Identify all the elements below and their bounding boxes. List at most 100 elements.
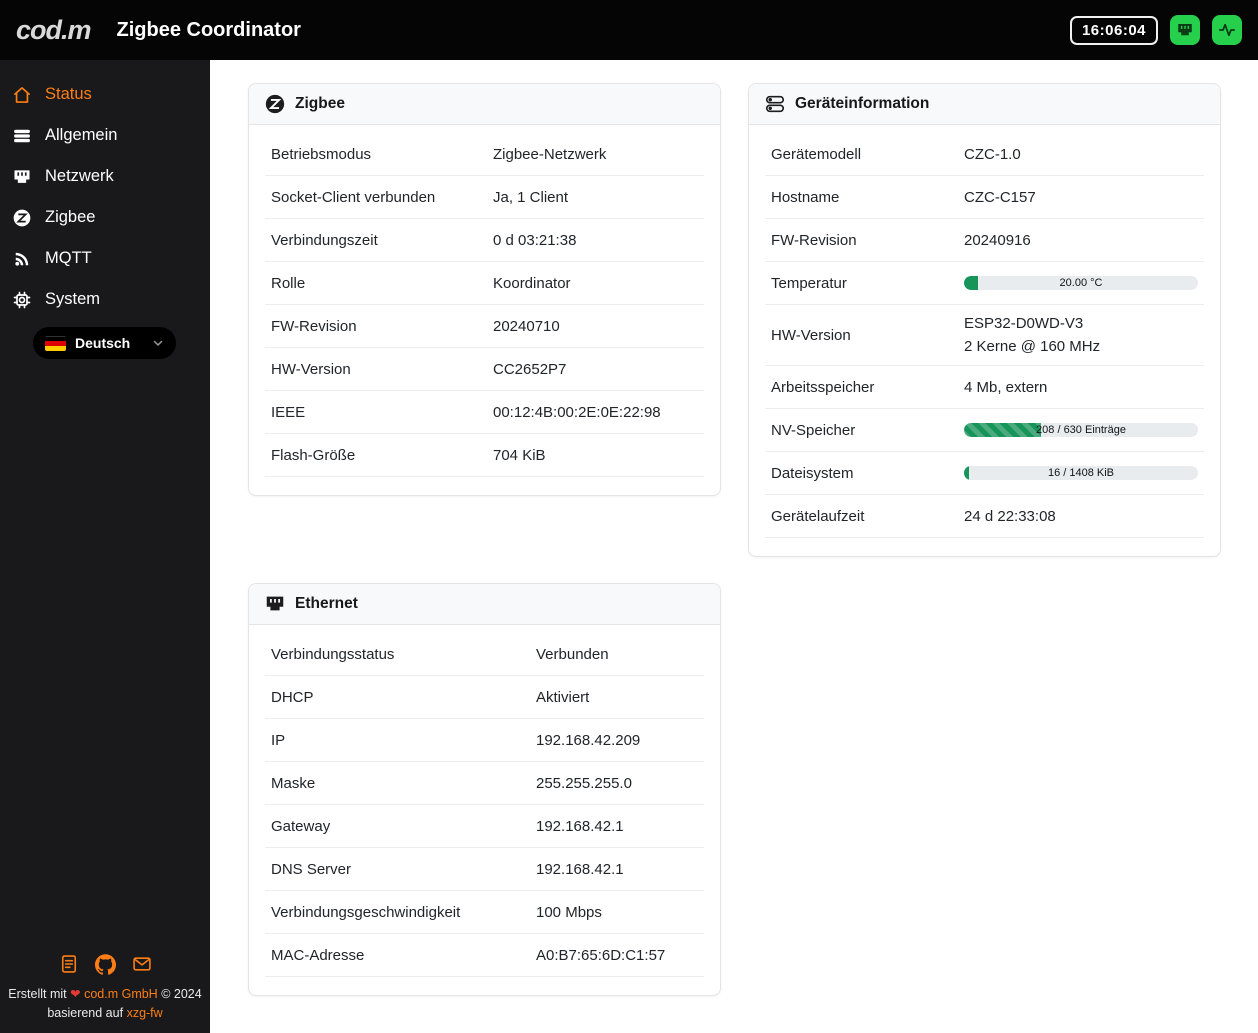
sidebar-item-status[interactable]: Status bbox=[0, 74, 210, 115]
row-label: Gateway bbox=[271, 817, 331, 835]
table-row: Betriebsmodus Zigbee-Netzwerk bbox=[265, 133, 704, 176]
log-icon[interactable] bbox=[59, 954, 79, 975]
row-label: Betriebsmodus bbox=[271, 145, 372, 163]
sidebar-item-label: Zigbee bbox=[45, 208, 96, 226]
progress-bar: 20.00 °C bbox=[964, 276, 1198, 290]
progress-bar: 16 / 1408 KiB bbox=[964, 466, 1198, 480]
row-value: 192.168.42.1 bbox=[536, 860, 624, 878]
table-row: Dateisystem 16 / 1408 KiB bbox=[765, 452, 1204, 495]
ethernet-card: Ethernet Verbindungsstatus Verbunden DHCP A… bbox=[248, 583, 721, 996]
table-row: FW-Revision 20240916 bbox=[765, 219, 1204, 262]
ethernet-icon bbox=[264, 593, 286, 615]
table-row: FW-Revision 20240710 bbox=[265, 305, 704, 348]
row-value: 4 Mb, extern bbox=[964, 378, 1048, 396]
progress-text: 208 / 630 Einträge bbox=[1036, 423, 1126, 436]
table-row: IEEE 00:12:4B:00:2E:0E:22:98 bbox=[265, 391, 704, 434]
device-info-card-header: Geräteinformation bbox=[749, 84, 1220, 125]
table-row: Temperatur 20.00 °C bbox=[765, 262, 1204, 305]
table-row: Arbeitsspeicher 4 Mb, extern bbox=[765, 366, 1204, 409]
github-icon[interactable] bbox=[94, 954, 116, 975]
sidebar-nav: Status Allgemein Netzwerk Zigbee MQTT Sy… bbox=[0, 60, 210, 320]
row-label: MAC-Adresse bbox=[271, 946, 365, 964]
sidebar-item-mqtt[interactable]: MQTT bbox=[0, 238, 210, 279]
footer-based-on: basierend auf bbox=[47, 1006, 124, 1020]
row-value: 0 d 03:21:38 bbox=[493, 231, 577, 249]
row-value: CC2652P7 bbox=[493, 360, 567, 378]
table-row: MAC-Adresse A0:B7:65:6D:C1:57 bbox=[265, 934, 704, 977]
row-label: Flash-Größe bbox=[271, 446, 356, 464]
row-value: 704 KiB bbox=[493, 446, 546, 464]
table-row: Verbindungszeit 0 d 03:21:38 bbox=[265, 219, 704, 262]
mail-icon[interactable] bbox=[132, 954, 152, 975]
device-info-table: Gerätemodell CZC-1.0 Hostname CZC-C157 FW-Re… bbox=[749, 125, 1220, 556]
sidebar-item-allgemein[interactable]: Allgemein bbox=[0, 115, 210, 156]
row-label: DNS Server bbox=[271, 860, 352, 878]
row-label: FW-Revision bbox=[771, 231, 857, 249]
row-value: 20240916 bbox=[964, 231, 1031, 249]
row-value: CZC-C157 bbox=[964, 188, 1036, 206]
row-value: 192.168.42.209 bbox=[536, 731, 641, 749]
chip-icon bbox=[12, 290, 32, 310]
socket-status-button[interactable] bbox=[1212, 15, 1242, 45]
sidebar-item-label: MQTT bbox=[45, 249, 92, 267]
ethernet-icon bbox=[1176, 21, 1194, 39]
table-row: Gateway 192.168.42.1 bbox=[265, 805, 704, 848]
language-selector[interactable]: Deutsch bbox=[33, 327, 176, 359]
row-label: DHCP bbox=[271, 688, 314, 706]
row-value: A0:B7:65:6D:C1:57 bbox=[536, 946, 666, 964]
row-value: 100 Mbps bbox=[536, 903, 602, 921]
row-value: 255.255.255.0 bbox=[536, 774, 632, 792]
row-value: 16 / 1408 KiB bbox=[964, 466, 1198, 480]
table-row: DHCP Aktiviert bbox=[265, 676, 704, 719]
table-row: HW-Version CC2652P7 bbox=[265, 348, 704, 391]
page-title: Zigbee Coordinator bbox=[116, 18, 301, 41]
sidebar-item-system[interactable]: System bbox=[0, 279, 210, 320]
row-value: 208 / 630 Einträge bbox=[964, 423, 1198, 437]
row-label: Hostname bbox=[771, 188, 840, 206]
row-value: Koordinator bbox=[493, 274, 571, 292]
card-title: Zigbee bbox=[295, 95, 345, 112]
device-info-card: Geräteinformation Gerätemodell CZC-1.0 Hos… bbox=[748, 83, 1221, 557]
ethernet-status-button[interactable] bbox=[1170, 15, 1200, 45]
list-icon bbox=[12, 126, 32, 146]
row-label: Temperatur bbox=[771, 274, 847, 292]
card-title: Geräteinformation bbox=[795, 95, 930, 112]
chevron-down-icon bbox=[152, 337, 164, 349]
row-value: Ja, 1 Client bbox=[493, 188, 569, 206]
footer-made-with: Erstellt mit bbox=[8, 987, 67, 1001]
sidebar-item-netzwerk[interactable]: Netzwerk bbox=[0, 156, 210, 197]
table-row: Socket-Client verbunden Ja, 1 Client bbox=[265, 176, 704, 219]
zigbee-icon bbox=[12, 208, 32, 228]
table-row: DNS Server 192.168.42.1 bbox=[265, 848, 704, 891]
row-label: IP bbox=[271, 731, 286, 749]
ethernet-card-header: Ethernet bbox=[249, 584, 720, 625]
row-label: HW-Version bbox=[771, 326, 851, 344]
table-row: Gerätelaufzeit 24 d 22:33:08 bbox=[765, 495, 1204, 538]
home-icon bbox=[12, 85, 32, 105]
row-value: ESP32-D0WD-V3 2 Kerne @ 160 MHz bbox=[964, 315, 1101, 355]
xzg-fw-link[interactable]: xzg-fw bbox=[127, 1006, 163, 1020]
row-label: NV-Speicher bbox=[771, 421, 856, 439]
sidebar-item-label: System bbox=[45, 290, 101, 308]
german-flag-icon bbox=[45, 335, 66, 351]
language-label: Deutsch bbox=[75, 335, 131, 351]
row-value: Aktiviert bbox=[536, 688, 590, 706]
row-label: Socket-Client verbunden bbox=[271, 188, 436, 206]
sidebar: Status Allgemein Netzwerk Zigbee MQTT Sy… bbox=[0, 60, 210, 1033]
sidebar-item-zigbee[interactable]: Zigbee bbox=[0, 197, 210, 238]
clock-display: 16:06:04 bbox=[1069, 15, 1158, 45]
row-label: HW-Version bbox=[271, 360, 351, 378]
footer-copyright: © 2024 bbox=[161, 987, 202, 1001]
table-row: IP 192.168.42.209 bbox=[265, 719, 704, 762]
zigbee-table: Betriebsmodus Zigbee-Netzwerk Socket-Clien… bbox=[249, 125, 720, 495]
row-label: Dateisystem bbox=[771, 464, 854, 482]
sidebar-item-label: Status bbox=[45, 85, 92, 103]
table-row: Verbindungsgeschwindigkeit 100 Mbps bbox=[265, 891, 704, 934]
table-row: HW-Version ESP32-D0WD-V3 2 Kerne @ 160 MH… bbox=[765, 305, 1204, 366]
row-label: Rolle bbox=[271, 274, 306, 292]
header-status-group: 16:06:04 bbox=[1069, 15, 1242, 45]
codm-link[interactable]: cod.m GmbH bbox=[84, 987, 158, 1001]
progress-bar: 208 / 630 Einträge bbox=[964, 423, 1198, 437]
zigbee-card-header: Zigbee bbox=[249, 84, 720, 125]
progress-text: 16 / 1408 KiB bbox=[1047, 466, 1115, 479]
